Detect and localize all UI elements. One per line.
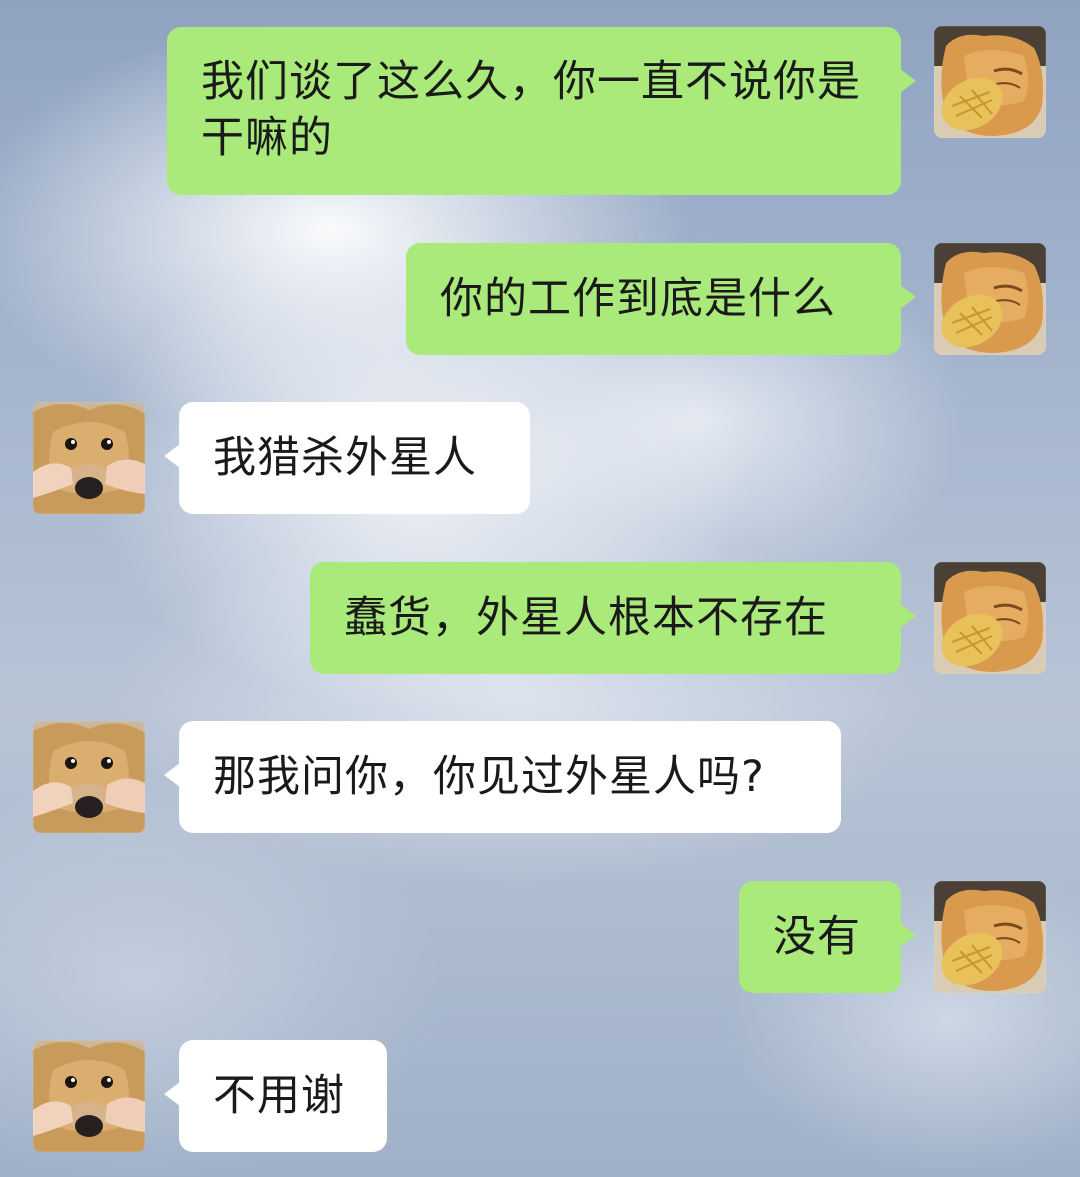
message-bubble-outgoing[interactable]: 你的工作到底是什么 [406, 243, 916, 355]
message-bubble-incoming[interactable]: 不用谢 [164, 1040, 387, 1152]
dog-squeezed-face-avatar[interactable] [33, 721, 145, 833]
message-bubble-incoming[interactable]: 那我问你，你见过外星人吗? [164, 721, 841, 833]
dog-squeezed-face-avatar[interactable] [33, 402, 145, 514]
cat-with-bread-avatar[interactable] [934, 562, 1046, 674]
message-text: 蠢货，外星人根本不存在 [344, 593, 828, 643]
message-bubble-outgoing[interactable]: 没有 [739, 881, 916, 993]
message-bubble-outgoing[interactable]: 蠢货，外星人根本不存在 [310, 562, 916, 674]
message-text: 那我问你，你见过外星人吗? [213, 752, 765, 802]
message-text: 我们谈了这么久，你一直不说你是干嘛的 [201, 57, 861, 163]
dog-squeezed-face-avatar[interactable] [33, 1040, 145, 1152]
cat-with-bread-avatar[interactable] [934, 881, 1046, 993]
chat-history: 我们谈了这么久，你一直不说你是干嘛的 你的工作到底是什么 我猎杀外星人 蠢货，外… [0, 0, 1080, 1177]
message-text: 你的工作到底是什么 [440, 274, 836, 324]
message-bubble-incoming[interactable]: 我猎杀外星人 [164, 402, 530, 514]
cat-with-bread-avatar[interactable] [934, 243, 1046, 355]
message-text: 不用谢 [213, 1071, 345, 1121]
message-text: 没有 [773, 912, 861, 962]
cat-with-bread-avatar[interactable] [934, 26, 1046, 138]
message-bubble-outgoing[interactable]: 我们谈了这么久，你一直不说你是干嘛的 [167, 27, 916, 195]
message-text: 我猎杀外星人 [213, 433, 477, 483]
